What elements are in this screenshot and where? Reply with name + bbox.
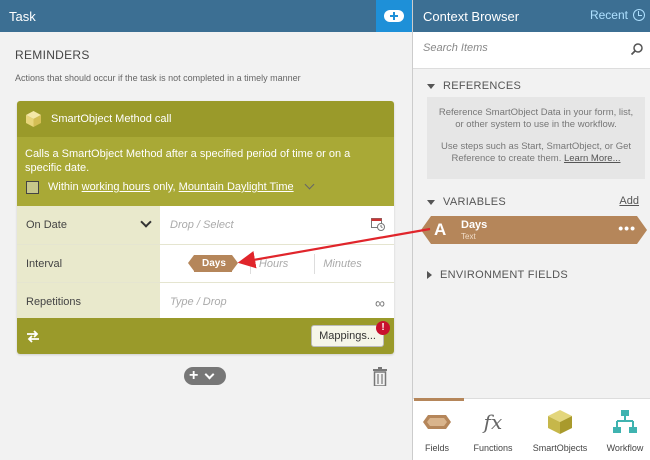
interval-row: Interval Days Hours Minutes (17, 244, 394, 282)
plus-icon: + (189, 367, 199, 384)
text-type-icon: A (434, 220, 447, 239)
repetitions-label-cell: Repetitions (17, 283, 160, 320)
trash-icon[interactable] (373, 367, 387, 386)
card-title: SmartObject Method call (51, 113, 172, 125)
date-input[interactable]: Drop / Select (160, 206, 394, 244)
swap-icon[interactable] (25, 328, 41, 344)
repetitions-row: Repetitions Type / Drop ∞ (17, 282, 394, 320)
add-reminder-button[interactable]: + (184, 367, 226, 385)
active-tab-indicator (414, 398, 464, 401)
chevron-down-icon (140, 216, 152, 228)
interval-label-cell: Interval (17, 245, 160, 282)
recent-link[interactable]: Recent (590, 8, 628, 22)
search-box (413, 32, 650, 69)
add-variable-link[interactable]: Add (619, 195, 639, 207)
tab-functions-label: Functions (473, 443, 513, 453)
caret-right-icon (427, 271, 432, 279)
repetitions-placeholder: Type / Drop (170, 295, 227, 308)
references-text-1: Reference SmartObject Data in your form,… (438, 107, 634, 130)
working-hours-row: Within working hours only, Mountain Dayl… (25, 179, 386, 194)
context-browser-panel: Context Browser Recent REFERENCES Refere… (412, 0, 650, 460)
interval-label: Interval (26, 257, 63, 270)
variables-title: VARIABLES (443, 196, 507, 208)
environment-fields-title: ENVIRONMENT FIELDS (440, 269, 569, 281)
references-info-box: Reference SmartObject Data in your form,… (427, 97, 645, 179)
reminders-title: REMINDERS (15, 48, 90, 62)
variable-item-days[interactable]: A Days Text ••• (421, 216, 647, 244)
task-title: Task (9, 8, 36, 24)
learn-more-link[interactable]: Learn More... (564, 153, 621, 164)
date-placeholder: Drop / Select (170, 219, 234, 231)
infinity-icon[interactable]: ∞ (375, 295, 385, 311)
add-step-button[interactable] (376, 0, 412, 32)
caret-down-icon (427, 83, 435, 89)
function-icon: fx (483, 410, 503, 434)
tab-workflow[interactable]: Workflow (603, 409, 647, 453)
chevron-down-icon[interactable] (304, 179, 315, 189)
workflow-icon (613, 410, 637, 433)
search-input[interactable] (423, 42, 623, 54)
card-header: SmartObject Method call (17, 101, 394, 137)
tab-workflow-label: Workflow (606, 443, 644, 453)
working-hours-checkbox[interactable] (26, 180, 39, 194)
card-body: Calls a SmartObject Method after a speci… (17, 137, 394, 206)
caret-down-icon (427, 199, 435, 205)
references-section-toggle[interactable]: REFERENCES (427, 80, 521, 92)
smartobject-method-card: SmartObject Method call Calls a SmartObj… (17, 101, 394, 354)
variables-section-toggle[interactable]: VARIABLES (427, 196, 506, 208)
minutes-input[interactable]: Minutes (314, 253, 362, 274)
variable-name: Days (461, 219, 488, 231)
working-hours-link[interactable]: working hours (82, 180, 150, 194)
alert-badge: ! (376, 321, 390, 335)
date-row: On Date Drop / Select (17, 206, 394, 244)
calendar-clock-icon[interactable] (371, 217, 385, 231)
reminders-description: Actions that should occur if the task is… (15, 73, 301, 83)
timezone-link[interactable]: Mountain Daylight Time (179, 180, 294, 194)
repetitions-input[interactable]: Type / Drop ∞ (160, 283, 394, 320)
card-description: Calls a SmartObject Method after a speci… (25, 148, 351, 174)
smartobject-cube-icon (26, 111, 41, 127)
interval-input[interactable]: Days Hours Minutes (160, 245, 394, 282)
clock-icon[interactable] (633, 9, 645, 21)
context-browser-header: Context Browser Recent (413, 0, 650, 32)
only-text: only, (153, 181, 176, 193)
search-icon[interactable] (631, 43, 643, 55)
add-icon (384, 10, 404, 22)
tab-fields[interactable]: Fields (419, 409, 455, 453)
context-browser-title: Context Browser (423, 8, 520, 24)
smartobject-cube-icon (548, 410, 572, 434)
chevron-down-icon (204, 369, 215, 379)
fields-icon (423, 415, 451, 429)
card-footer: Mappings... (17, 318, 394, 354)
days-field-tag[interactable]: Days (188, 255, 238, 272)
tab-smartobjects-label: SmartObjects (532, 443, 588, 453)
environment-fields-section-toggle[interactable]: ENVIRONMENT FIELDS (427, 269, 568, 281)
references-title: REFERENCES (443, 80, 522, 92)
task-header: Task (0, 0, 412, 32)
context-browser-tabs: Fields fx Functions SmartObjects Workflo… (413, 398, 650, 460)
more-options-icon[interactable]: ••• (618, 221, 636, 235)
date-type-label: On Date (26, 219, 67, 231)
variable-type: Text (461, 232, 476, 241)
date-type-dropdown[interactable]: On Date (17, 206, 160, 244)
hours-input[interactable]: Hours (249, 253, 314, 274)
task-panel: Task REMINDERS Actions that should occur… (0, 0, 412, 460)
within-text: Within (48, 181, 79, 193)
tab-smartobjects[interactable]: SmartObjects (530, 409, 590, 453)
tab-functions[interactable]: fx Functions (471, 409, 515, 453)
tab-fields-label: Fields (424, 443, 449, 453)
mappings-button[interactable]: Mappings... (311, 325, 384, 347)
repetitions-label: Repetitions (26, 295, 82, 308)
